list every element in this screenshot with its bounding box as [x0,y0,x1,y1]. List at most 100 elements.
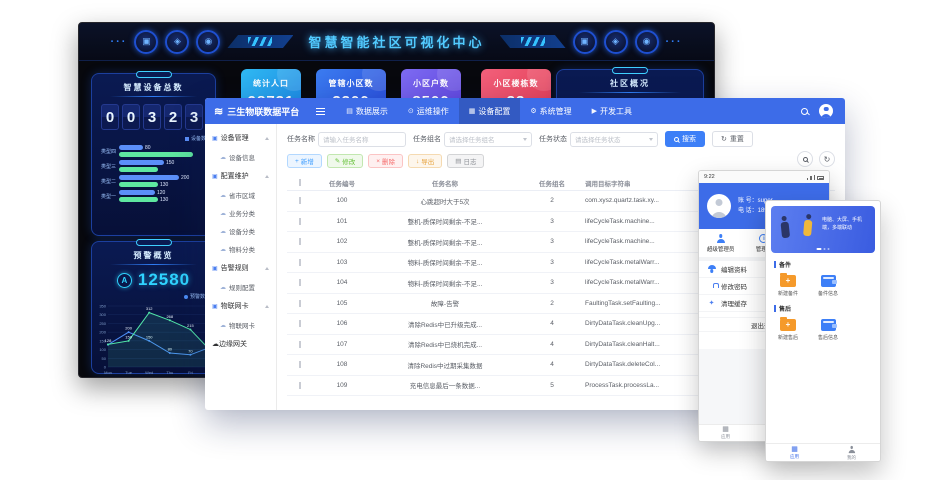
table-cell: 4 [519,341,585,348]
menu-ops[interactable]: ⊙运维操作 [398,98,459,124]
app-备件信息[interactable]: 备件信息 [818,275,838,297]
home-icon[interactable]: ▣ [134,30,158,54]
button-label: 新增 [301,156,314,166]
row-checkbox[interactable] [287,238,313,245]
sidebar-item-设备分类[interactable]: ☁设备分类 [205,222,276,240]
ops-icon: ⊙ [408,107,414,115]
svg-text:200: 200 [99,330,106,335]
flip-counter: 00323 [92,97,215,130]
sidebar-group-设备管理[interactable]: ▣设备管理 [205,128,276,148]
header-decor-left [227,35,293,48]
menu-item-label: 修改密码 [721,281,747,291]
bar-line: 200 [119,174,208,181]
reset-button[interactable]: ↻重置 [712,131,753,147]
新增-button[interactable]: +新增 [287,154,322,168]
menu-gear[interactable]: ⚙系统管理 [520,98,581,124]
hamburger-icon[interactable] [316,108,325,115]
toggle-search-button[interactable] [797,151,813,167]
overview-panel-title: 社区概况 [557,70,703,89]
module-icon: ▣ [212,303,218,310]
row-checkbox[interactable] [287,259,313,266]
alert-overview-panel: 预警概览 A 12580 预警数 050100150200250300350Mo… [91,241,216,374]
select-all-checkbox[interactable] [287,179,313,186]
sidebar-item-边缘网关[interactable]: ☁边缘网关 [205,334,276,354]
row-checkbox[interactable] [287,218,313,225]
row-checkbox[interactable] [287,341,313,348]
search-icon[interactable] [801,108,808,115]
修改-button[interactable]: ✎修改 [327,154,363,168]
删除-button[interactable]: ×删除 [368,154,403,168]
menu-dev-tools[interactable]: ▶开发工具 [582,98,642,124]
tab-应用[interactable]: ▦应用 [790,446,799,460]
row-checkbox[interactable] [287,382,313,389]
device-icon[interactable]: ◉ [635,30,659,54]
table-cell: 5 [519,382,585,389]
dot-icon [824,248,826,250]
sidebar-item-物料分类[interactable]: ☁物料分类 [205,240,276,258]
sidebar-group-告警规则[interactable]: ▣告警规则 [205,258,276,278]
导出-button[interactable]: ↓导出 [408,154,442,168]
user-avatar[interactable] [819,104,833,118]
status-time: 9:22 [704,174,715,180]
sidebar-group-配置维护[interactable]: ▣配置维护 [205,166,276,186]
search-button[interactable]: 搜索 [665,131,705,147]
row-checkbox[interactable] [287,197,313,204]
enterprise-icon[interactable]: ◈ [604,30,628,54]
tab-我的[interactable]: 我的 [847,445,856,461]
table-cell: 2 [519,300,585,307]
日志-button[interactable]: ▤日志 [447,154,484,168]
row-checkbox[interactable] [287,279,313,286]
stripes-icon [521,37,545,46]
row-checkbox[interactable] [287,361,313,368]
sidebar-item-物联网卡[interactable]: ☁物联网卡 [205,316,276,334]
menu-device[interactable]: ▦设备配置 [459,98,521,124]
app-label: 备件信息 [818,290,838,297]
svg-text:100: 100 [99,347,106,352]
sidebar-item-业务分类[interactable]: ☁业务分类 [205,204,276,222]
section-items: 新建售后售后信息 [774,313,872,341]
section-header: 售后 [774,304,872,313]
top-menu: ▤数据展示⊙运维操作▦设备配置⚙系统管理▶开发工具 [336,98,642,124]
tab-apps[interactable]: ▦ 应用 [721,426,730,440]
row-checkbox[interactable] [287,320,313,327]
clean-icon: ✦ [707,299,716,307]
refresh-button[interactable]: ↻ [819,151,835,167]
sidebar-group-物联网卡[interactable]: ▣物联网卡 [205,296,276,316]
folder-add-icon [780,275,796,287]
shield-icon[interactable]: ◈ [165,30,189,54]
filter-select[interactable]: 请选择任务组名 [444,132,532,147]
bar-row: 类型三150 [92,159,215,173]
table-cell: 108 [313,361,371,368]
bar-row: 类型一120130 [92,189,215,203]
menu-monitor[interactable]: ▤数据展示 [336,98,398,124]
table-cell: 整机-质保时间剩余-不足... [371,216,519,226]
cloud-icon: ☁ [220,154,226,161]
admin-topbar: ≋ 三生物联数据平台 ▤数据展示⊙运维操作▦设备配置⚙系统管理▶开发工具 [205,98,845,124]
carousel-dots[interactable] [817,248,830,250]
row-checkbox[interactable] [287,300,313,307]
profile-avatar[interactable] [707,194,731,218]
app-售后信息[interactable]: 售后信息 [818,319,838,341]
blue-bar [119,145,143,150]
dashboard-header: ··· ▣◈◉ 智慧智能社区可视化中心 ▣◈◉ ··· [79,23,714,61]
sidebar-item-规则配置[interactable]: ☁规则配置 [205,278,276,296]
svg-text:312: 312 [146,306,153,311]
sidebar-item-设备信息[interactable]: ☁设备信息 [205,148,276,166]
filter-input[interactable]: 请输入任务名称 [318,132,406,147]
checkbox-icon [299,300,301,307]
filter-select[interactable]: 请选择任务状态 [570,132,658,147]
collapse-caret-icon [265,305,269,308]
monitor-icon[interactable]: ◉ [196,30,220,54]
module-icon: ▣ [212,173,218,180]
svg-text:50: 50 [102,356,107,361]
menu-label: 运维操作 [417,106,449,117]
table-cell: 3 [519,259,585,266]
battery-icon [817,176,824,180]
app-新建备件[interactable]: 新建备件 [778,275,798,297]
sidebar-item-省市区域[interactable]: ☁省市区域 [205,186,276,204]
community-icon[interactable]: ▣ [573,30,597,54]
table-cell: 104 [313,279,371,286]
app-新建售后[interactable]: 新建售后 [778,319,798,341]
menu-item-label: 编辑资料 [721,264,747,274]
role-tab-超级管理员[interactable]: 超级管理员 [699,234,742,253]
